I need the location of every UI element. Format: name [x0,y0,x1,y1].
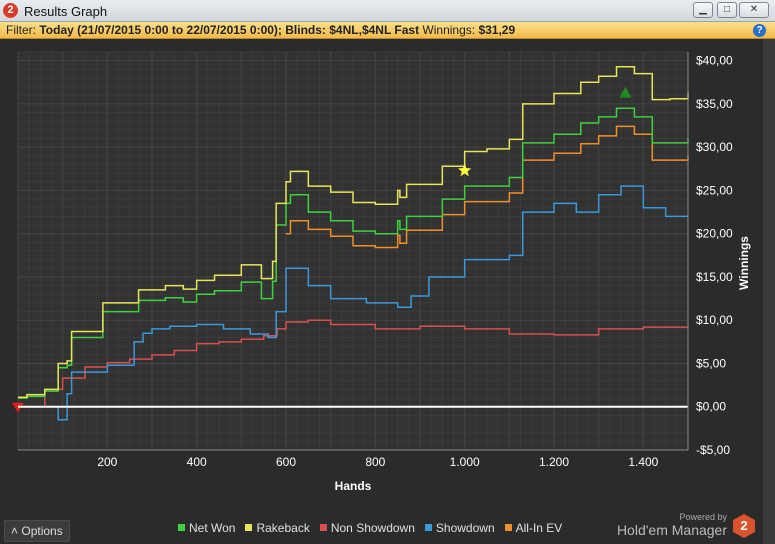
title-bar: 2 Results Graph ▁ □ ✕ [0,0,775,22]
legend-item[interactable]: Net Won [178,521,235,535]
legend-label: Rakeback [256,521,310,535]
filter-label: Filter: [6,23,36,37]
results-chart: 200 400 600 800 1.000 1.200 1.400 -$5,00 $0,00 $5… [0,39,763,544]
chevron-up-icon: ˄ [11,524,19,538]
filter-text: Today (21/07/2015 0:00 to 22/07/2015 0:0… [39,23,420,37]
x-tick-label: 1.200 [539,455,569,469]
y-tick-label: $10,00 [696,313,733,327]
y-tick-label: -$5,00 [696,443,730,457]
legend-label: Showdown [435,521,495,535]
legend-swatch [424,524,432,531]
y-tick-label: $20,00 [696,227,733,241]
close-icon[interactable]: ✕ [739,2,769,18]
winnings-value: $31,29 [478,23,516,37]
winnings-label: Winnings: [422,23,476,37]
legend-swatch [245,524,253,531]
legend-item[interactable]: Showdown [424,521,495,535]
legend-label: Non Showdown [330,521,415,535]
x-tick-label: 400 [187,455,207,469]
minimize-icon[interactable]: ▁ [693,2,713,18]
legend-item[interactable]: Rakeback [245,521,310,535]
legend-label: Net Won [189,521,236,535]
legend-label: All-In EV [515,521,563,535]
y-tick-label: $0,00 [696,400,726,414]
x-axis-label: Hands [335,479,372,493]
y-tick-label: $35,00 [696,97,733,111]
powered-by: Powered by [679,512,727,522]
x-tick-label: 200 [97,455,117,469]
brand-name: Hold'em Manager [616,522,727,538]
maximize-icon[interactable]: □ [717,2,737,18]
scrollbar[interactable] [763,39,775,544]
y-tick-label: $5,00 [696,356,726,370]
x-tick-label: 600 [276,455,296,469]
app-icon: 2 [3,3,18,18]
legend-item[interactable]: Non Showdown [319,521,415,535]
legend-swatch [319,524,327,531]
legend-swatch [504,524,512,531]
y-tick-label: $15,00 [696,270,733,284]
x-tick-label: 800 [365,455,385,469]
y-tick-label: $30,00 [696,140,733,154]
x-tick-label: 1.000 [450,455,480,469]
options-button[interactable]: ˄ Options [4,520,70,542]
window-title: Results Graph [24,4,108,19]
filter-bar: Filter: Today (21/07/2015 0:00 to 22/07/… [0,22,775,39]
legend-item[interactable]: All-In EV [504,521,563,535]
y-axis-label: Winnings [737,236,751,290]
options-label: Options [21,524,63,538]
help-icon[interactable]: ? [753,24,766,37]
chart-legend: Net Won Rakeback Non Showdown Showdown All-I… [178,521,572,535]
legend-swatch [178,524,185,531]
y-tick-label: $40,00 [696,54,733,68]
y-tick-label: $25,00 [696,183,733,197]
x-tick-label: 1.400 [628,455,658,469]
